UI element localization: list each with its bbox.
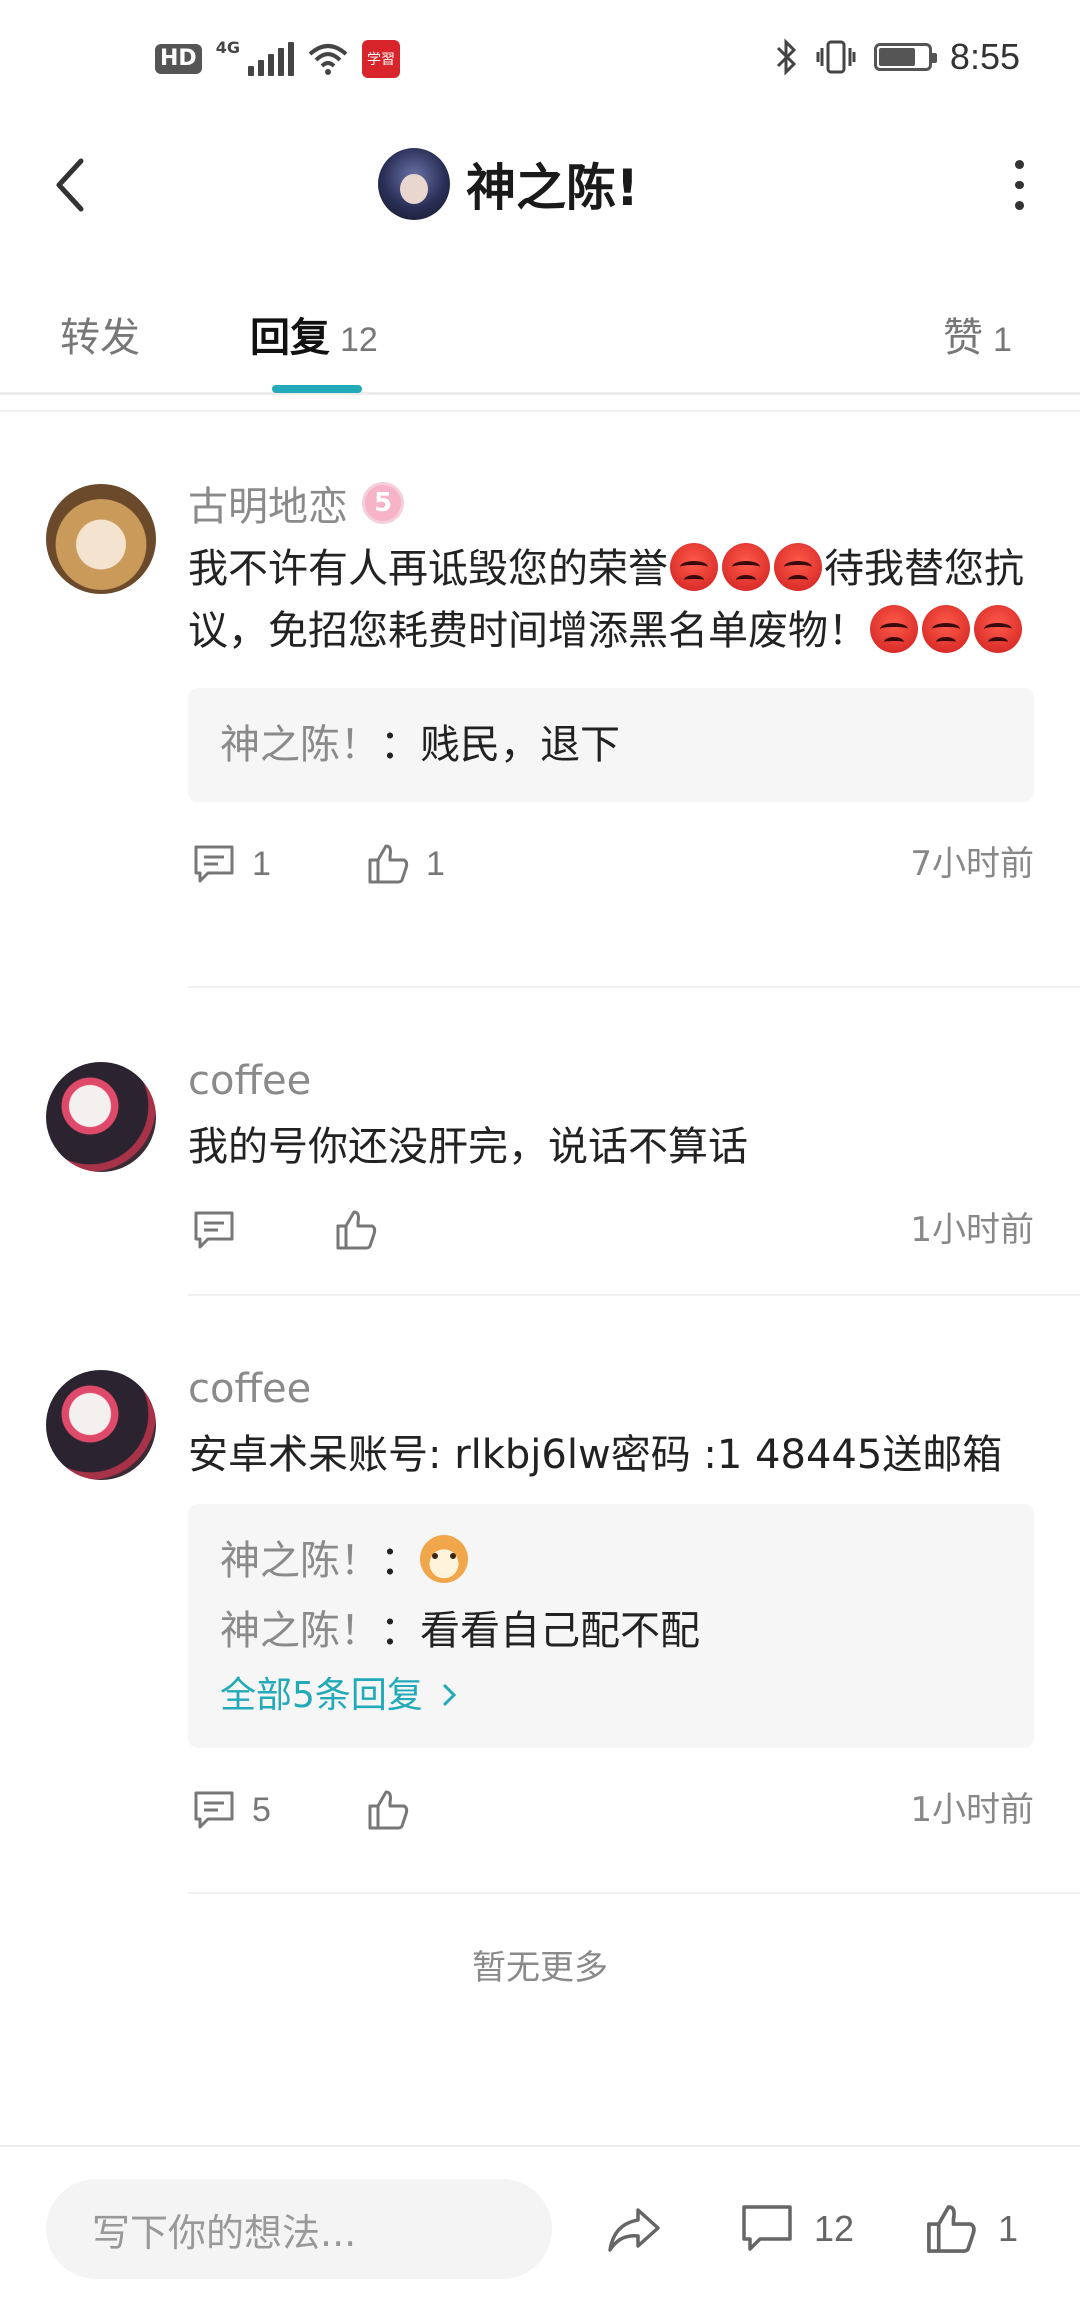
more-button[interactable]	[1004, 160, 1034, 211]
avatar[interactable]	[378, 148, 450, 220]
back-button[interactable]	[40, 155, 100, 215]
reply-author[interactable]: 神之陈！	[220, 1608, 380, 1654]
tab-forward[interactable]: 转发	[60, 305, 140, 363]
angry-emoji-icon	[722, 543, 770, 591]
tab-replies[interactable]: 回复 12	[250, 305, 378, 363]
tab-label: 赞	[943, 315, 983, 361]
app-badge-icon: 学習	[361, 40, 400, 78]
comment-time: 1小时前	[910, 1790, 1034, 1830]
tab-underline	[272, 385, 362, 393]
battery-icon	[873, 43, 937, 71]
tab-likes[interactable]: 赞1	[943, 305, 1012, 363]
share-button[interactable]	[604, 2189, 664, 2269]
reply-box[interactable]: 神之陈！：贱民，退下	[188, 688, 1034, 802]
reply-count: 5	[252, 1790, 271, 1829]
comment-author[interactable]: coffee	[188, 1058, 311, 1104]
avatar[interactable]	[46, 1062, 156, 1172]
like-button[interactable]: 1	[924, 2189, 1018, 2269]
comment-author[interactable]: 古明地恋	[188, 474, 348, 532]
reply-author[interactable]: 神之陈！	[220, 1538, 380, 1584]
like-button[interactable]	[334, 1190, 394, 1270]
status-time: 8:55	[949, 36, 1020, 77]
angry-emoji-icon	[974, 605, 1022, 653]
reply-button[interactable]	[192, 1190, 252, 1270]
chevron-right-icon	[443, 1683, 457, 1707]
like-button[interactable]	[366, 1770, 426, 1850]
divider	[188, 986, 1080, 988]
level-badge: 5	[362, 482, 404, 524]
reply-button[interactable]: 1	[192, 824, 271, 904]
comment-time: 1小时前	[910, 1210, 1034, 1250]
like-count: 1	[426, 844, 445, 883]
comment-text-part: 我不许有人再诋毁您的荣誉	[188, 546, 668, 592]
divider	[0, 410, 1080, 412]
comment-time: 7小时前	[910, 844, 1034, 884]
thumbs-up-icon	[336, 1210, 377, 1250]
reply-sep: ：	[380, 1538, 420, 1584]
avatar[interactable]	[46, 1370, 156, 1480]
reply-box[interactable]: 神之陈！： 神之陈！：看看自己配不配 全部5条回复	[188, 1504, 1034, 1748]
wifi-icon	[308, 44, 348, 75]
reply-item: 神之陈！：贱民，退下	[220, 710, 1002, 780]
vibrate-icon	[816, 40, 856, 74]
thumbs-up-icon	[368, 844, 409, 884]
reply-text: 看看自己配不配	[420, 1608, 700, 1654]
comments-button[interactable]: 12	[740, 2189, 854, 2269]
comment-actions: 5 1小时前	[188, 1770, 1034, 1850]
angry-emoji-icon	[870, 605, 918, 653]
reply-text: 贱民，退下	[420, 722, 620, 768]
angry-emoji-icon	[670, 543, 718, 591]
comment-author[interactable]: coffee	[188, 1366, 311, 1412]
tab-count: 1	[993, 321, 1012, 359]
title-wrap[interactable]: 神之陈!	[378, 148, 639, 220]
all-replies-label: 全部5条回复	[220, 1675, 423, 1716]
more-vertical-icon	[1014, 160, 1024, 169]
avatar[interactable]	[46, 484, 156, 594]
reply-sep: ：	[380, 1608, 420, 1654]
reply-item: 神之陈！：看看自己配不配	[220, 1596, 1002, 1666]
bluetooth-icon	[776, 38, 797, 76]
share-icon	[608, 2208, 660, 2252]
network-type: 4G	[215, 38, 240, 57]
hd-icon: HD	[155, 44, 202, 74]
thumbs-up-icon	[927, 2205, 976, 2253]
comment-count: 12	[814, 2208, 855, 2249]
like-count: 1	[998, 2208, 1019, 2249]
status-bar: HD 4G 学習 8:55	[0, 0, 1080, 120]
comment-icon	[194, 845, 234, 883]
comment-text: 安卓术呆账号: rlkbj6lw密码 :1 48445送邮箱	[188, 1432, 1003, 1478]
no-more-label: 暂无更多	[472, 1948, 608, 1988]
comment-actions: 1小时前	[188, 1190, 1034, 1270]
page-title: 神之陈!	[466, 159, 639, 217]
tab-count: 12	[340, 321, 378, 359]
comment-input[interactable]: 写下你的想法...	[46, 2179, 552, 2279]
reply-sep: ：	[380, 722, 420, 768]
divider	[188, 1892, 1080, 1894]
angry-emoji-icon	[922, 605, 970, 653]
comment-icon	[194, 1791, 234, 1829]
signal-icon	[247, 42, 294, 76]
comment-text: 我不许有人再诋毁您的荣誉 待我替您抗议，免招您耗费时间增添黑名单废物！	[188, 538, 1034, 662]
bottom-bar: 写下你的想法... 12 1	[0, 2145, 1080, 2310]
reply-button[interactable]: 5	[192, 1770, 271, 1850]
reply-item: 神之陈！：	[220, 1526, 1002, 1596]
tab-label: 回复	[250, 315, 330, 361]
reply-author[interactable]: 神之陈！	[220, 722, 380, 768]
like-button[interactable]: 1	[366, 824, 445, 904]
angry-emoji-icon	[774, 543, 822, 591]
reply-count: 1	[252, 844, 271, 883]
thumbs-up-icon	[368, 1790, 409, 1830]
comment-icon	[742, 2205, 792, 2251]
comment-icon	[194, 1211, 234, 1249]
header: 神之陈!	[0, 130, 1080, 240]
all-replies-link[interactable]: 全部5条回复	[220, 1666, 1002, 1726]
divider	[188, 1294, 1080, 1296]
tab-bar: 转发 回复 12 赞1	[0, 285, 1080, 395]
chevron-left-icon	[56, 158, 84, 212]
comment-text: 我的号你还没肝完，说话不算话	[188, 1124, 748, 1170]
doge-emoji-icon	[420, 1535, 468, 1583]
comment-actions: 1 1 7小时前	[188, 824, 1034, 904]
tab-label: 转发	[60, 315, 140, 361]
